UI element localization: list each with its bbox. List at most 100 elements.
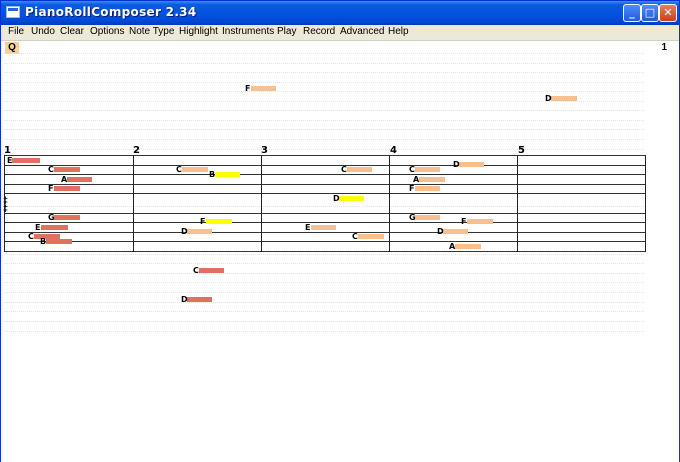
note[interactable]: F xyxy=(461,218,493,226)
maximize-button[interactable]: □ xyxy=(641,4,659,22)
app-window-icon[interactable] xyxy=(6,6,20,18)
note[interactable]: C xyxy=(341,166,372,174)
note[interactable]: D xyxy=(333,195,364,203)
note[interactable]: F xyxy=(409,185,440,193)
note[interactable]: A xyxy=(449,243,481,251)
ledger-guide xyxy=(4,331,644,332)
note-label: F xyxy=(48,184,54,193)
measure-number: 2 xyxy=(133,145,140,156)
note-label: D xyxy=(333,194,340,203)
note[interactable]: F xyxy=(48,185,80,193)
clef-marker-icon: ‡ xyxy=(3,203,9,213)
page-number: 1 xyxy=(661,42,667,53)
note-label: G xyxy=(409,213,416,222)
ledger-guide xyxy=(4,72,644,73)
ledger-guide xyxy=(4,321,644,322)
note[interactable]: D xyxy=(453,161,484,169)
note-label: F xyxy=(245,84,251,93)
measure-number: 5 xyxy=(518,145,525,156)
note-label: C xyxy=(28,232,34,241)
note-label: C xyxy=(352,232,358,241)
note[interactable]: F xyxy=(200,218,232,226)
close-button[interactable]: ✕ xyxy=(659,4,677,22)
note[interactable]: D xyxy=(181,296,212,304)
staff-line xyxy=(4,251,646,252)
menu-play[interactable]: Play xyxy=(277,26,296,37)
note[interactable]: D xyxy=(437,228,468,236)
note[interactable]: E xyxy=(7,157,40,165)
staff-line xyxy=(4,241,646,242)
note[interactable]: C xyxy=(409,166,440,174)
bar-line xyxy=(645,155,646,252)
staff-line xyxy=(4,165,646,166)
note[interactable]: C xyxy=(193,267,224,275)
menu-clear[interactable]: Clear xyxy=(60,26,84,37)
staff-line xyxy=(4,193,646,194)
note-label: A xyxy=(413,175,420,184)
ledger-guide xyxy=(4,63,644,64)
note-label: C xyxy=(176,165,182,174)
ledger-guide xyxy=(4,120,644,121)
note-label: F xyxy=(461,217,467,226)
note-label: D xyxy=(181,295,188,304)
note-label: B xyxy=(40,237,47,246)
bar-line xyxy=(389,155,390,252)
ledger-guide xyxy=(4,273,644,274)
note[interactable]: A xyxy=(61,176,92,184)
piano-roll-canvas[interactable]: Q 1 1 2 3 4 5 ‡ ‡ F D E C A F G E C B C … xyxy=(1,41,679,462)
note[interactable]: E xyxy=(305,224,336,232)
note-label: C xyxy=(341,165,347,174)
menu-record[interactable]: Record xyxy=(303,26,335,37)
title-bar[interactable]: PianoRollComposer 2.34 _ □ ✕ xyxy=(1,1,679,25)
menu-instruments[interactable]: Instruments xyxy=(222,26,274,37)
ledger-guide xyxy=(4,311,644,312)
note[interactable]: D xyxy=(545,95,577,103)
measure-number: 4 xyxy=(390,145,397,156)
note-label: D xyxy=(453,160,460,169)
window-title: PianoRollComposer 2.34 xyxy=(25,5,197,19)
note-label: D xyxy=(437,227,444,236)
note[interactable]: E xyxy=(35,224,68,232)
note-label: D xyxy=(545,94,552,103)
note[interactable]: B xyxy=(40,238,72,246)
note[interactable]: G xyxy=(48,214,80,222)
ledger-guide xyxy=(4,53,644,54)
menu-highlight[interactable]: Highlight xyxy=(179,26,218,37)
note-label: C xyxy=(48,165,54,174)
menu-bar: File Undo Clear Options Note Type Highli… xyxy=(1,25,679,41)
note-label: C xyxy=(193,266,199,275)
note[interactable]: G xyxy=(409,214,440,222)
ledger-guide xyxy=(4,263,644,264)
ledger-guide xyxy=(4,91,644,92)
note[interactable]: F xyxy=(245,85,276,93)
menu-file[interactable]: File xyxy=(8,26,24,37)
note-label: F xyxy=(409,184,415,193)
menu-undo[interactable]: Undo xyxy=(31,26,55,37)
note-label: C xyxy=(409,165,415,174)
ledger-guide xyxy=(4,129,644,130)
ledger-guide xyxy=(4,254,644,255)
note[interactable]: A xyxy=(413,176,445,184)
menu-note-type[interactable]: Note Type xyxy=(129,26,174,37)
ledger-guide xyxy=(4,292,644,293)
note-label: F xyxy=(200,217,206,226)
menu-options[interactable]: Options xyxy=(90,26,124,37)
note[interactable]: C xyxy=(176,166,208,174)
note-label: A xyxy=(449,242,456,251)
measure-number: 1 xyxy=(4,145,11,156)
ledger-guide xyxy=(4,82,644,83)
note-label: D xyxy=(181,227,188,236)
ledger-guide xyxy=(4,206,644,207)
note[interactable]: B xyxy=(209,171,240,179)
staff-line xyxy=(4,232,646,233)
minimize-button[interactable]: _ xyxy=(623,4,641,22)
note[interactable]: C xyxy=(352,233,384,241)
menu-advanced[interactable]: Advanced xyxy=(340,26,384,37)
staff-line xyxy=(4,174,646,175)
note[interactable]: D xyxy=(181,228,212,236)
note-label: G xyxy=(48,213,55,222)
app-window: PianoRollComposer 2.34 _ □ ✕ File Undo C… xyxy=(0,0,680,462)
staff-line xyxy=(4,184,646,185)
menu-help[interactable]: Help xyxy=(388,26,409,37)
note[interactable]: C xyxy=(48,166,80,174)
